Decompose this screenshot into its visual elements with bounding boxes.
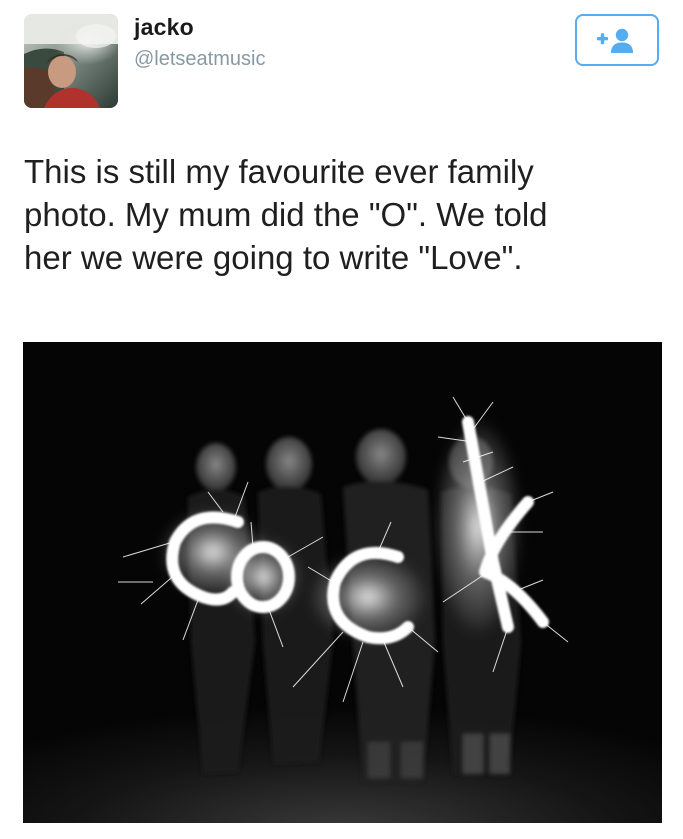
author-avatar[interactable]: [24, 14, 118, 108]
author-display-name[interactable]: jacko: [134, 14, 194, 41]
tweet-text-line: her we were going to write "Love".: [24, 239, 523, 276]
tweet-card: jacko @letseatmusic This is still my fav…: [0, 0, 683, 839]
sparkler-family-photo-icon: [23, 342, 662, 823]
follow-button[interactable]: [575, 14, 659, 66]
add-user-icon: [597, 28, 633, 53]
tweet-text-line: photo. My mum did the "O". We told: [24, 196, 548, 233]
tweet-photo[interactable]: [23, 342, 662, 823]
profile-photo-icon: [24, 14, 118, 108]
tweet-text-line: This is still my favourite ever family: [24, 153, 534, 190]
author-handle[interactable]: @letseatmusic: [134, 48, 265, 71]
tweet-text: This is still my favourite ever family p…: [24, 150, 654, 279]
